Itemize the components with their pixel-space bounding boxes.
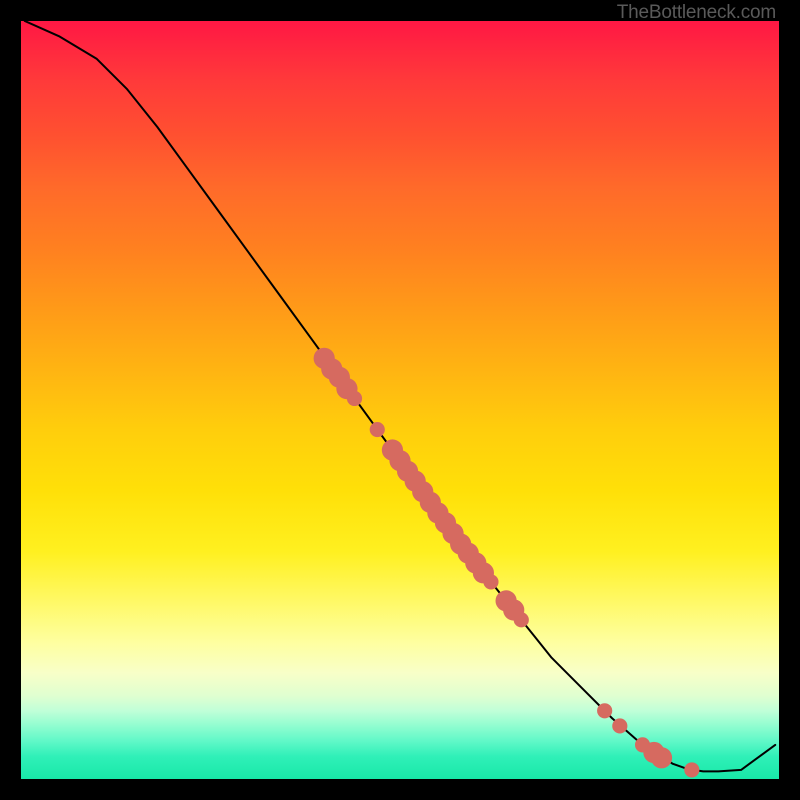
chart-background	[21, 21, 779, 779]
watermark-text: TheBottleneck.com	[617, 2, 776, 24]
